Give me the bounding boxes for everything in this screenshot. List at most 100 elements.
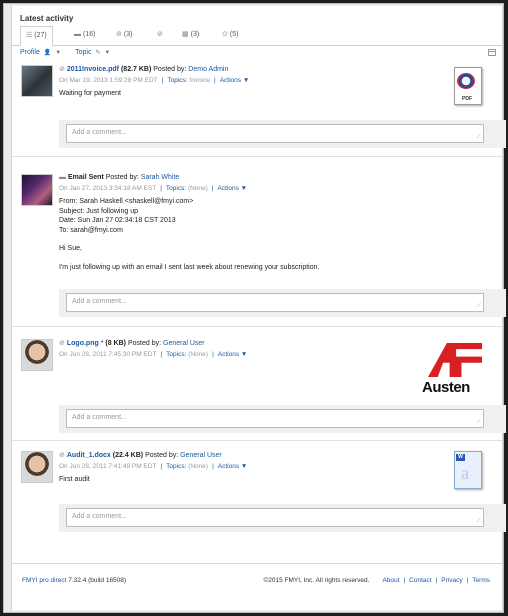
comment-input[interactable]: Add a comment... ⟋ xyxy=(66,124,484,143)
comment-area: Add a comment... ⟋ xyxy=(59,405,506,433)
feed-item-header: ⊘ Audit_1.docx (22.4 KB) Posted by: Gener… xyxy=(59,451,489,459)
product-link[interactable]: FMYI pro direct xyxy=(22,577,66,584)
file-link[interactable]: Logo.png xyxy=(67,340,99,347)
topics-value: (None) xyxy=(188,351,209,358)
actions-label: Actions xyxy=(217,351,240,358)
logo-thumbnail[interactable]: Austen xyxy=(422,341,486,399)
author-link[interactable]: General User xyxy=(163,340,205,347)
topics-value: Invoice xyxy=(189,77,210,84)
email-message: I'm just following up with an email I se… xyxy=(59,263,320,271)
resize-grip-icon[interactable]: ⟋ xyxy=(477,303,481,310)
divider: | xyxy=(212,463,214,470)
feed-item-meta: On Jun 28, 2011 7:41:49 PM EDT | Topics: (… xyxy=(59,463,489,470)
comment-area: Add a comment... ⟋ xyxy=(59,504,506,532)
avatar[interactable] xyxy=(21,174,53,206)
resize-grip-icon[interactable]: ⟋ xyxy=(477,518,481,525)
tab-count: (16) xyxy=(83,31,96,38)
comment-placeholder: Add a comment... xyxy=(72,298,127,305)
divider: | xyxy=(161,77,164,84)
tab-all[interactable]: ☰ (27) xyxy=(20,26,53,46)
avatar[interactable] xyxy=(21,451,53,483)
feed-item-header: ▬ Email Sent Posted by: Sarah White xyxy=(59,174,489,181)
actions-menu[interactable]: Actions ▼ xyxy=(218,351,248,358)
divider xyxy=(375,577,377,584)
divider: | xyxy=(160,351,163,358)
post-date: On Jan 27, 2013 3:34:18 AM EST xyxy=(59,185,157,192)
file-link[interactable]: Audit_1.docx xyxy=(67,452,111,459)
app-frame: Latest activity ☰ (27) ▬ (16) ⊘ (3) ⊘ ▦ (3) … xyxy=(3,3,506,613)
docx-thumbnail[interactable]: W a xyxy=(452,451,482,489)
email-from: From: Sarah Haskell <shaskell@fmyi.com> xyxy=(59,198,194,205)
email-body: From: Sarah Haskell <shaskell@fmyi.com> … xyxy=(59,197,489,272)
actions-label: Actions xyxy=(219,77,242,84)
chevron-down-icon: ▼ xyxy=(240,463,248,470)
comment-area: Add a comment... ⟋ xyxy=(59,120,506,148)
email-to: To: sarah@fmyi.com xyxy=(59,226,123,234)
file-size: (8 KB) xyxy=(105,340,127,347)
tab-events[interactable]: ▦ (3) xyxy=(182,26,199,44)
divider xyxy=(12,440,502,441)
author-link[interactable]: General User xyxy=(180,452,222,459)
feed-item-body: ⊘ Audit_1.docx (22.4 KB) Posted by: Gener… xyxy=(59,451,489,485)
comment-input[interactable]: Add a comment... ⟋ xyxy=(66,293,484,312)
filter-bar: Profile 👤 ▼ Topic ✎ ▼ xyxy=(20,49,114,56)
post-date: On Mar 19, 2013 1:59:28 PM EDT xyxy=(59,77,158,84)
feed-item-body: ▬ Email Sent Posted by: Sarah White On Ja… xyxy=(59,174,489,272)
about-link[interactable]: About xyxy=(382,577,399,584)
divider: | xyxy=(160,185,162,192)
avatar[interactable] xyxy=(21,339,53,371)
feed-item-header: ⊘ 2011Invoice.pdf (82.7 KB) Posted by: De… xyxy=(59,65,489,73)
profile-filter-label: Profile xyxy=(20,49,40,56)
tab-files[interactable]: ⊘ (3) xyxy=(116,26,132,44)
check-circle-icon: ⊙ xyxy=(222,31,228,38)
paperclip-icon: ⊘ xyxy=(116,31,122,38)
author-link[interactable]: Demo Admin xyxy=(188,66,228,73)
activity-panel: Latest activity ☰ (27) ▬ (16) ⊘ (3) ⊘ ▦ (3) … xyxy=(11,6,506,610)
comment-input[interactable]: Add a comment... ⟋ xyxy=(66,508,484,527)
topic-filter[interactable]: Topic ✎ ▼ xyxy=(75,49,112,56)
chevron-down-icon: ▼ xyxy=(242,77,250,84)
avatar[interactable] xyxy=(21,65,53,97)
profile-filter[interactable]: Profile 👤 ▼ xyxy=(20,49,63,56)
austen-logo-mark xyxy=(428,343,482,377)
calendar-icon: ▦ xyxy=(182,31,189,38)
posted-by-label: Posted by: xyxy=(145,452,179,459)
topics-label: Topics: xyxy=(165,185,187,192)
divider: | xyxy=(211,185,214,192)
tab-tasks[interactable]: ⊙ (5) xyxy=(222,26,238,44)
post-date: On Jun 28, 2011 7:45:30 PM EDT xyxy=(59,351,157,358)
footer-links: ©2015 FMYI, Inc. All rights reserved. Ab… xyxy=(263,577,490,584)
resize-grip-icon[interactable]: ⟋ xyxy=(477,419,481,426)
activity-tabs: ☰ (27) ▬ (16) ⊘ (3) ⊘ ▦ (3) ⊙ (5) xyxy=(12,26,502,46)
calendar-icon[interactable] xyxy=(488,49,496,56)
file-link[interactable]: 2011Invoice.pdf xyxy=(67,66,119,73)
chevron-down-icon: ▼ xyxy=(240,351,248,358)
paperclip-icon: ⊘ xyxy=(59,66,65,73)
email-subject: Subject: Just following up xyxy=(59,207,138,215)
actions-menu[interactable]: Actions ▼ xyxy=(218,185,248,192)
tab-links[interactable]: ⊘ xyxy=(157,26,165,44)
author-link[interactable]: Sarah White xyxy=(141,174,180,181)
email-date: Date: Sun Jan 27 02:34:18 CST 2013 xyxy=(59,217,176,224)
document-glyph-icon: a xyxy=(461,463,469,483)
actions-menu[interactable]: Actions ▼ xyxy=(218,463,248,470)
pdf-thumbnail[interactable]: PDF xyxy=(452,67,482,105)
topics-value: (None) xyxy=(187,185,208,192)
privacy-link[interactable]: Privacy xyxy=(441,577,462,584)
contact-link[interactable]: Contact xyxy=(409,577,431,584)
tab-comments[interactable]: ▬ (16) xyxy=(74,26,95,44)
feed-item-meta: On Mar 19, 2013 1:59:28 PM EDT | Topics: I… xyxy=(59,77,489,84)
file-size: (22.4 KB) xyxy=(112,452,144,459)
actions-label: Actions xyxy=(217,463,240,470)
list-icon: ☰ xyxy=(26,32,33,39)
chevron-down-icon: ▼ xyxy=(104,50,111,56)
divider xyxy=(12,156,502,157)
post-text: Waiting for payment xyxy=(59,90,121,97)
comment-input[interactable]: Add a comment... ⟋ xyxy=(66,409,484,428)
posted-by-label: Posted by: xyxy=(127,340,162,347)
pin-icon: ✎ xyxy=(95,50,101,56)
terms-link[interactable]: Terms xyxy=(472,577,490,584)
posted-by-label: Posted by: xyxy=(153,66,187,73)
resize-grip-icon[interactable]: ⟋ xyxy=(477,134,481,141)
actions-menu[interactable]: Actions ▼ xyxy=(220,77,250,84)
